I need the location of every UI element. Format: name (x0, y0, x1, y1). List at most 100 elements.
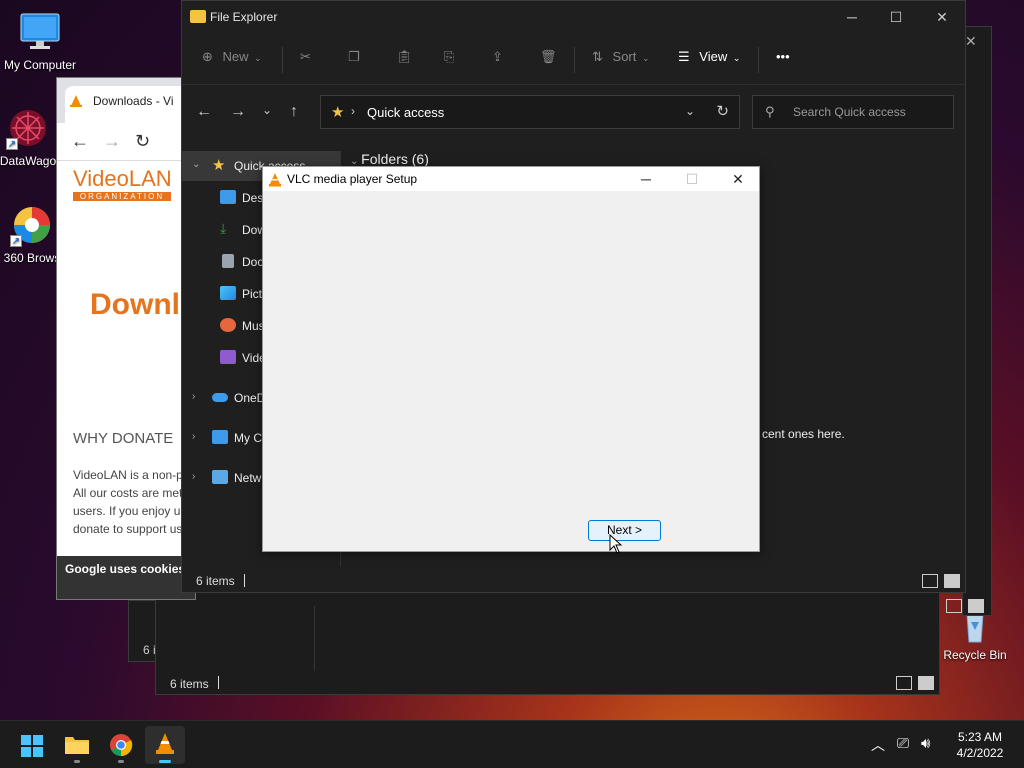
running-indicator (159, 760, 171, 763)
address-bar[interactable]: ★ › Quick access ⌄ ↻ (320, 95, 740, 129)
chevron-down-icon[interactable]: ⌄ (685, 104, 695, 118)
share-icon[interactable]: ⇪ (492, 49, 503, 65)
chevron-down-icon[interactable]: ⌄ (192, 159, 200, 170)
cut-icon[interactable]: ✂ (300, 49, 311, 65)
chrome-icon (110, 734, 133, 757)
minimize-button[interactable]: ─ (830, 5, 874, 29)
show-hidden-icons-chevron-icon[interactable]: ︿ (871, 735, 885, 755)
back-arrow-icon[interactable]: ← (71, 131, 89, 152)
volume-icon[interactable]: 🔊︎ (921, 735, 930, 752)
desktop-icon-label: Recycle Bin (943, 648, 1007, 662)
taskbar-clock[interactable]: 5:23 AM 4/2/2022 (940, 729, 1020, 761)
rename-icon[interactable]: ⎘ (444, 49, 454, 65)
reload-icon[interactable]: ↻ (135, 131, 150, 152)
browser-window[interactable]: Downloads - Vi ← → ↻ VideoLAN ORGANIZATI… (56, 77, 196, 600)
shortcut-arrow-icon: ↗ (10, 235, 22, 247)
paragraph-line: users. If you enjoy u (73, 504, 181, 518)
status-item-count: 6 items (170, 677, 209, 691)
start-button[interactable] (12, 726, 52, 764)
download-icon: ⤓ (220, 220, 227, 236)
tiles-view-button[interactable] (944, 574, 960, 588)
new-button[interactable]: ⊕ New ⌄ (202, 49, 262, 65)
next-button[interactable]: Next > (588, 520, 661, 541)
maximize-button: ☐ (685, 171, 699, 187)
back-arrow-icon[interactable]: ← (196, 103, 212, 121)
sort-button[interactable]: ⇅ Sort ⌄ (592, 49, 650, 65)
browser-nav-bar: ← → ↻ (57, 123, 195, 161)
chevron-right-icon[interactable]: › (192, 431, 195, 442)
taskbar-file-explorer[interactable] (57, 726, 97, 764)
desktop-icon (220, 190, 236, 204)
taskbar-vlc[interactable] (145, 726, 185, 764)
up-arrow-icon[interactable]: ↑ (290, 103, 298, 121)
forward-arrow-icon[interactable]: → (230, 103, 246, 121)
plus-circle-icon: ⊕ (202, 49, 213, 64)
videolan-logo[interactable]: VideoLAN ORGANIZATION (73, 166, 172, 201)
videolan-logo-subtext: ORGANIZATION (73, 192, 171, 201)
dialog-title: VLC media player Setup (287, 172, 418, 186)
cookie-banner: Google uses cookies (57, 556, 195, 599)
clock-date: 4/2/2022 (956, 746, 1004, 760)
vlc-setup-dialog[interactable]: VLC media player Setup ─ ☐ ✕ Next > (262, 166, 760, 552)
search-icon: ⚲ (765, 104, 775, 119)
forward-arrow-icon[interactable]: → (103, 131, 121, 152)
network-icon[interactable]: ⎚ (897, 735, 909, 752)
close-button[interactable]: ✕ (715, 167, 761, 191)
toolbar-separator (282, 47, 283, 73)
chevron-right-icon[interactable]: › (192, 471, 195, 482)
search-box[interactable]: ⚲ Search Quick access (752, 95, 954, 129)
view-button[interactable]: ☰ View ⌄ (678, 49, 740, 65)
shortcut-arrow-icon: ↗ (6, 138, 18, 150)
monitor-icon (212, 430, 228, 444)
dialog-title-bar[interactable]: VLC media player Setup ─ ☐ ✕ (263, 167, 759, 191)
videolan-logo-text: VideoLAN (73, 166, 172, 191)
tiles-view-button[interactable] (968, 599, 984, 613)
chevron-right-icon: › (351, 104, 355, 118)
desktop-icon-my-computer[interactable]: My Computer (0, 10, 80, 72)
monitor-icon (18, 10, 62, 54)
mouse-cursor-icon (609, 533, 623, 557)
details-view-button[interactable] (896, 676, 912, 690)
desktop-icon-recycle-bin[interactable]: Recycle Bin (935, 610, 1015, 662)
recent-locations-chevron-icon[interactable]: ⌄ (262, 103, 272, 117)
vlc-cone-icon (69, 94, 83, 111)
toolbar-separator (758, 47, 759, 73)
taskbar: ︿ ⎚ 🔊︎ 5:23 AM 4/2/2022 (0, 720, 1024, 768)
close-icon[interactable]: ✕ (965, 33, 977, 50)
video-icon (220, 350, 236, 364)
paragraph-line: donate to support us (73, 522, 183, 536)
status-separator (218, 676, 219, 689)
network-icon (212, 470, 228, 484)
delete-icon[interactable]: 🗑︎ (540, 49, 557, 65)
cookie-banner-text: Google uses cookies (65, 562, 186, 576)
document-icon (222, 254, 234, 268)
chevron-right-icon[interactable]: › (192, 391, 195, 402)
title-bar[interactable]: File Explorer ─ ☐ ✕ (182, 1, 965, 33)
close-button[interactable]: ✕ (920, 5, 964, 29)
browser-tab[interactable]: Downloads - Vi (65, 86, 195, 123)
maximize-button[interactable]: ☐ (874, 5, 918, 29)
folder-icon (190, 10, 206, 23)
pane-divider (314, 606, 315, 671)
taskbar-chrome[interactable] (101, 726, 141, 764)
minimize-button[interactable]: ─ (623, 167, 669, 191)
pictures-icon (220, 286, 236, 300)
status-item-count-partial: 6 i (143, 643, 156, 657)
window-title: File Explorer (210, 10, 278, 24)
more-options-button[interactable]: ••• (776, 49, 790, 64)
paste-icon[interactable]: 📋︎ (396, 49, 413, 65)
desktop-icon-label: DataWago (0, 154, 57, 168)
copy-icon[interactable]: ❐ (348, 49, 360, 65)
refresh-icon[interactable]: ↻ (716, 102, 729, 120)
details-view-button[interactable] (946, 599, 962, 613)
nav-item-label: OneD (234, 391, 266, 405)
folder-icon (65, 737, 89, 754)
details-view-button[interactable] (922, 574, 938, 588)
windows-logo-icon (21, 735, 43, 757)
folders-section-header[interactable]: ⌄ Folders (6) (350, 151, 429, 167)
running-indicator (118, 760, 124, 763)
desktop-icon-datawago[interactable]: ↗ DataWago (0, 106, 64, 168)
chevron-down-icon: ⌄ (254, 53, 262, 63)
tiles-view-button[interactable] (918, 676, 934, 690)
address-path: Quick access (367, 105, 445, 120)
